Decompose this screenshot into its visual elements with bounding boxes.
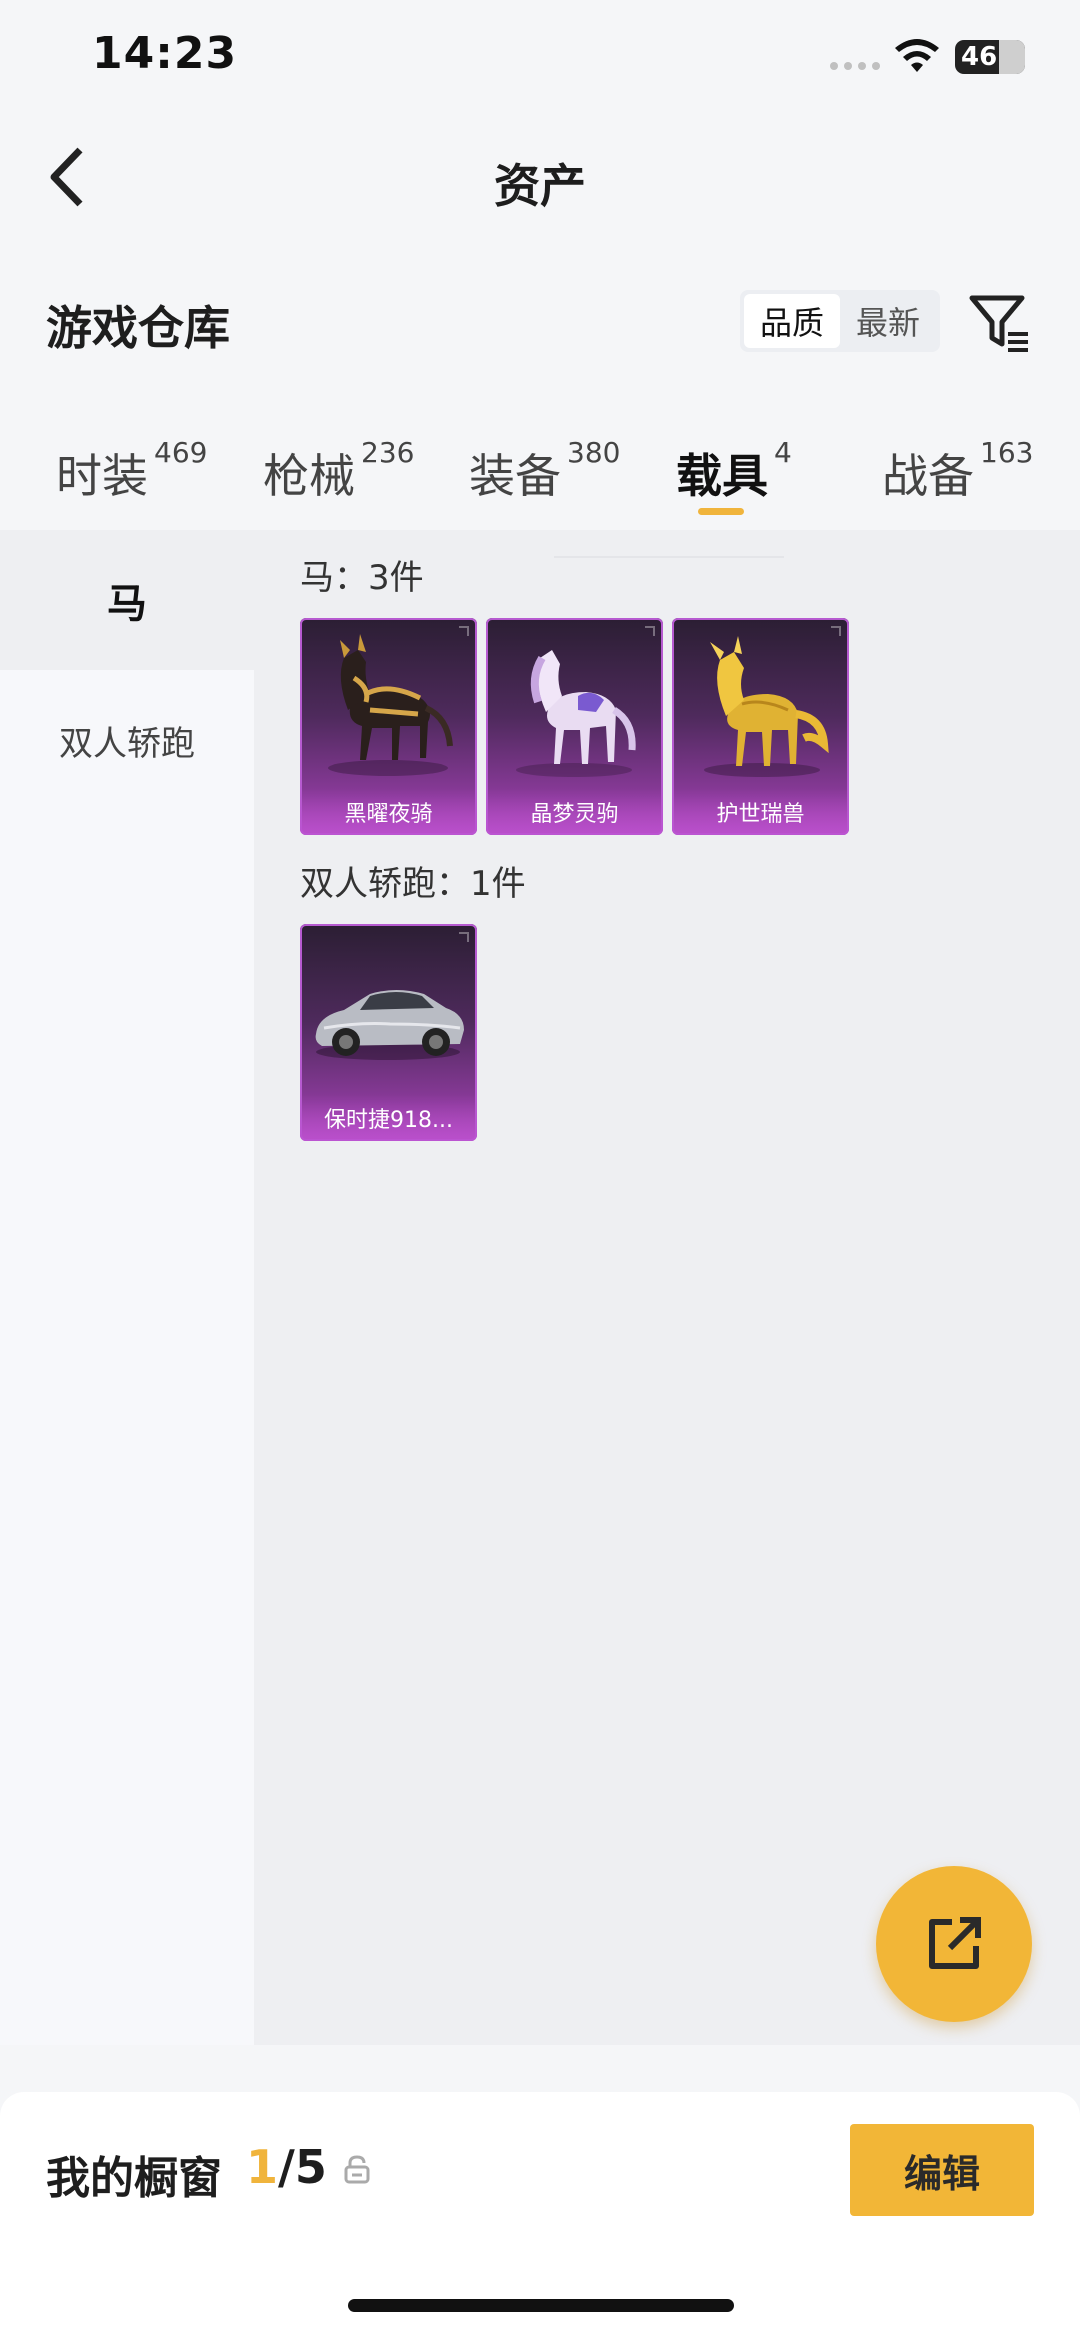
battery-level: 46 (961, 42, 998, 72)
item-name: 保时捷918... (300, 1094, 477, 1141)
category-sidebar: 马 双人轿跑 (0, 530, 254, 2045)
category-tabs: 时装 469 枪械 236 装备 380 载具 4 战备 163 (0, 420, 1080, 530)
sidebar-item-two-seat-coupe[interactable]: 双人轿跑 (0, 670, 254, 810)
share-button[interactable] (876, 1866, 1032, 2022)
showcase-count: 1/5 (246, 2140, 327, 2194)
sort-toggle: 品质 最新 (740, 290, 940, 352)
item-card[interactable]: 黑曜夜骑 (300, 618, 477, 835)
share-external-icon (929, 1917, 981, 1969)
tab-count: 163 (980, 436, 1034, 469)
tab-equipment[interactable]: 装备 380 (469, 436, 620, 506)
black-horse-icon (328, 634, 453, 776)
cellular-signal-icon (830, 62, 880, 70)
filter-button[interactable] (966, 290, 1032, 356)
edit-button[interactable]: 编辑 (850, 2124, 1034, 2216)
home-indicator (348, 2299, 734, 2312)
battery-icon: 46 (955, 40, 1025, 74)
item-card[interactable]: 护世瑞兽 (672, 618, 849, 835)
divider (554, 556, 784, 558)
item-name: 护世瑞兽 (672, 788, 849, 835)
tab-count: 236 (361, 436, 415, 469)
section-title: 游戏仓库 (46, 301, 230, 355)
group-label-coupe: 双人轿跑：1件 (300, 864, 526, 904)
tab-fashion[interactable]: 时装 469 (56, 436, 207, 506)
sort-quality-button[interactable]: 品质 (744, 294, 840, 348)
tab-guns[interactable]: 枪械 236 (263, 436, 414, 506)
crystal-horse-icon (516, 650, 636, 777)
sidebar-item-horse[interactable]: 马 (0, 530, 254, 670)
tab-vehicles[interactable]: 载具 4 (676, 436, 792, 506)
sort-latest-button[interactable]: 最新 (840, 294, 936, 348)
tab-count: 380 (567, 436, 621, 469)
tab-count: 469 (154, 436, 208, 469)
silver-sports-car-icon (315, 990, 464, 1060)
item-card[interactable]: 保时捷918... (300, 924, 477, 1141)
tab-supplies[interactable]: 战备 163 (882, 436, 1033, 506)
wifi-icon (895, 39, 939, 72)
status-bar: 14:23 46 (0, 0, 1080, 120)
lock-icon (344, 2155, 370, 2184)
group-label-horse: 马：3件 (300, 558, 424, 598)
showcase-title: 我的橱窗 (46, 2153, 222, 2204)
golden-beast-icon (704, 636, 829, 777)
filter-icon (969, 295, 1028, 352)
tab-count: 4 (774, 436, 792, 469)
item-name: 黑曜夜骑 (300, 788, 477, 835)
item-card[interactable]: 晶梦灵驹 (486, 618, 663, 835)
page-title: 资产 (494, 159, 586, 213)
active-tab-indicator (698, 508, 744, 515)
item-grid-panel: 马：3件 黑曜夜骑 晶梦灵驹 护世瑞兽 双人轿跑：1件 保时捷918... (254, 530, 1080, 2045)
status-time: 14:23 (92, 28, 238, 79)
item-name: 晶梦灵驹 (486, 788, 663, 835)
